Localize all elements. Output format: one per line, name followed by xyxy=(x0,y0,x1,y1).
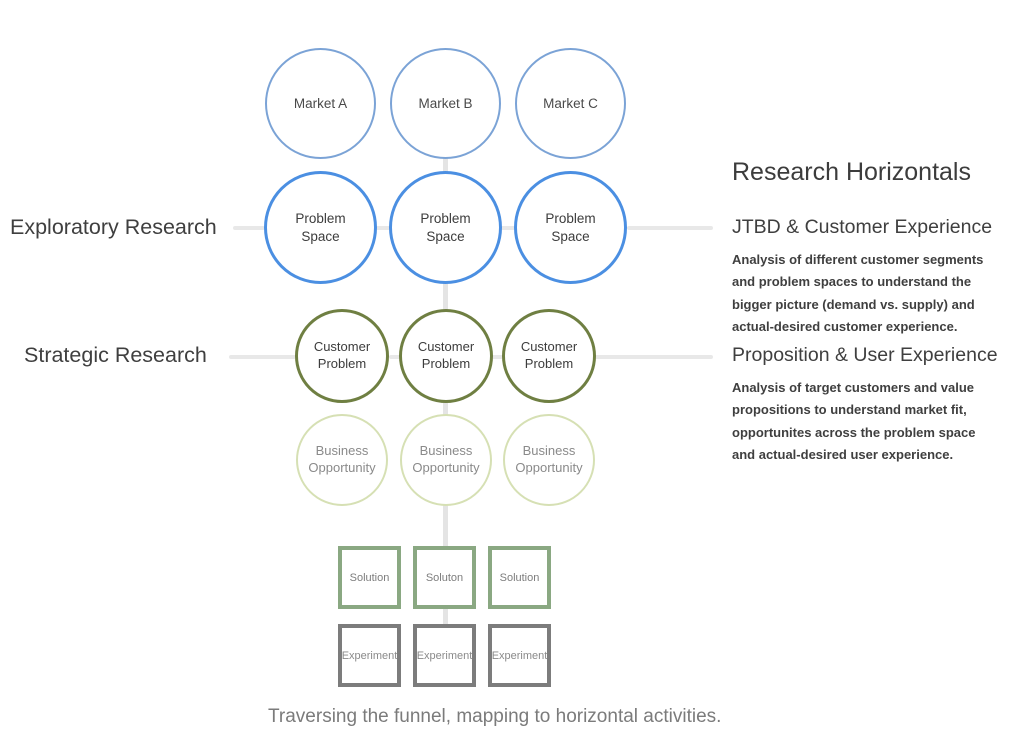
node-label-line2: Space xyxy=(551,228,590,244)
node-business-opportunity-b[interactable]: Business Opportunity xyxy=(400,414,492,506)
node-label: Business Opportunity xyxy=(515,443,582,476)
node-label: Market C xyxy=(543,95,598,111)
node-customer-problem-b[interactable]: Customer Problem xyxy=(399,309,493,403)
row-label-exploratory-research: Exploratory Research xyxy=(10,215,217,239)
node-label: Business Opportunity xyxy=(412,443,479,476)
node-label: Business Opportunity xyxy=(308,443,375,476)
panel-section-heading-proposition: Proposition & User Experience xyxy=(732,344,998,366)
node-solution-b[interactable]: Soluton xyxy=(413,546,476,609)
connector-vertical-business-to-solution xyxy=(443,503,448,547)
panel-section-heading-jtbd: JTBD & Customer Experience xyxy=(732,216,993,238)
connector-horizontal-exploratory-right xyxy=(627,226,713,230)
node-label: Soluton xyxy=(425,571,464,584)
node-label-line1: Problem xyxy=(545,211,596,227)
node-label-line1: Customer xyxy=(417,339,475,355)
node-problem-space-a[interactable]: Problem Space xyxy=(264,171,377,284)
node-label-line2: Opportunity xyxy=(308,460,376,475)
row-label-strategic-research: Strategic Research xyxy=(24,343,207,367)
node-label-line2: Space xyxy=(426,228,465,244)
node-business-opportunity-c[interactable]: Business Opportunity xyxy=(503,414,595,506)
node-market-a[interactable]: Market A xyxy=(265,48,376,159)
node-solution-a[interactable]: Solution xyxy=(338,546,401,609)
node-label: Experiment xyxy=(491,649,548,662)
node-business-opportunity-a[interactable]: Business Opportunity xyxy=(296,414,388,506)
node-label: Problem Space xyxy=(420,210,470,245)
connector-horizontal-strategic-right xyxy=(594,355,713,359)
node-label-line1: Business xyxy=(419,443,473,459)
node-label-line1: Business xyxy=(522,443,576,459)
node-label-line1: Problem xyxy=(420,211,471,227)
node-label-line2: Problem xyxy=(421,356,471,371)
diagram-canvas: Market A Market B Market C Problem Space… xyxy=(0,0,1014,749)
node-label-line1: Business xyxy=(315,443,369,459)
node-market-c[interactable]: Market C xyxy=(515,48,626,159)
node-label: Problem Space xyxy=(295,210,345,245)
node-experiment-c[interactable]: Experiment xyxy=(488,624,551,687)
node-label-line1: Customer xyxy=(520,339,578,355)
node-problem-space-c[interactable]: Problem Space xyxy=(514,171,627,284)
node-label-line1: Problem xyxy=(295,211,346,227)
node-problem-space-b[interactable]: Problem Space xyxy=(389,171,502,284)
node-label: Solution xyxy=(349,571,390,584)
node-customer-problem-a[interactable]: Customer Problem xyxy=(295,309,389,403)
node-label: Customer Problem xyxy=(418,339,474,372)
node-label: Market A xyxy=(293,95,348,111)
node-label-line2: Opportunity xyxy=(412,460,480,475)
node-label: Problem Space xyxy=(545,210,595,245)
node-experiment-b[interactable]: Experiment xyxy=(413,624,476,687)
node-label-line2: Opportunity xyxy=(515,460,583,475)
node-label: Solution xyxy=(499,571,540,584)
connector-horizontal-strategic-left xyxy=(229,355,296,359)
node-market-b[interactable]: Market B xyxy=(390,48,501,159)
node-experiment-a[interactable]: Experiment xyxy=(338,624,401,687)
node-label-line2: Problem xyxy=(524,356,574,371)
node-label: Customer Problem xyxy=(521,339,577,372)
node-customer-problem-c[interactable]: Customer Problem xyxy=(502,309,596,403)
node-label: Experiment xyxy=(341,649,398,662)
node-label: Customer Problem xyxy=(314,339,370,372)
panel-section-body-jtbd: Analysis of different customer segments … xyxy=(732,252,984,335)
node-label-line2: Space xyxy=(301,228,340,244)
node-label-line2: Problem xyxy=(317,356,367,371)
node-label: Market B xyxy=(418,95,473,111)
panel-title: Research Horizontals xyxy=(732,158,971,186)
node-label: Experiment xyxy=(416,649,473,662)
node-label-line1: Customer xyxy=(313,339,371,355)
node-solution-c[interactable]: Solution xyxy=(488,546,551,609)
diagram-caption: Traversing the funnel, mapping to horizo… xyxy=(268,706,722,727)
connector-horizontal-exploratory-left xyxy=(233,226,265,230)
panel-section-body-proposition: Analysis of target customers and value p… xyxy=(732,380,976,463)
